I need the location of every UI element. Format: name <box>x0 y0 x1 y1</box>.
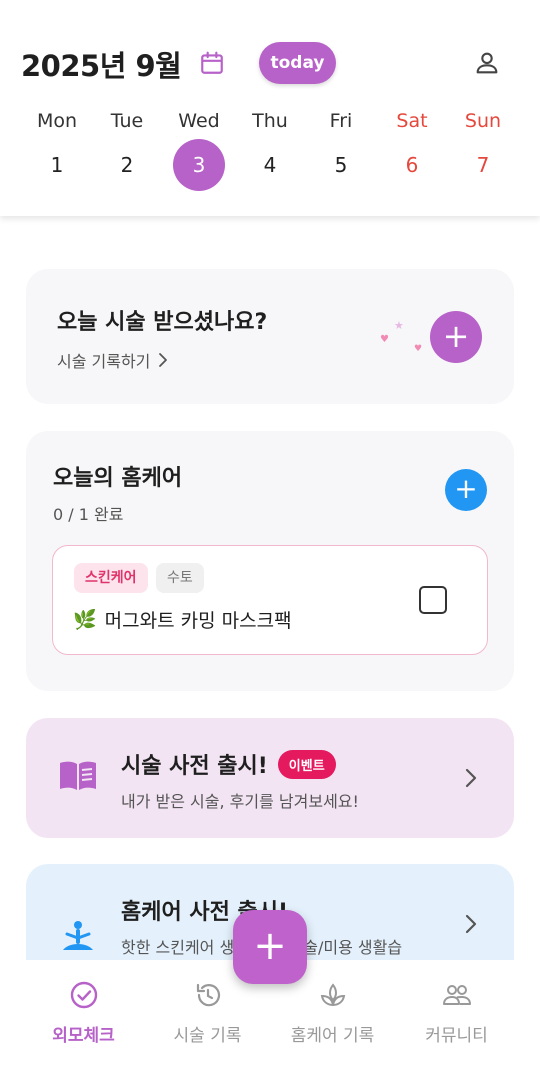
chevron-right-icon <box>159 353 168 367</box>
day-tue[interactable]: Tue 2 <box>97 105 157 191</box>
category-tag: 스킨케어 <box>74 563 148 593</box>
day-name: Fri <box>329 110 353 132</box>
nav-homecare-record[interactable]: 홈케어 기록 <box>270 980 395 1046</box>
add-record-button[interactable]: + <box>430 311 482 363</box>
day-number: 2 <box>120 153 134 177</box>
homecare-title: 오늘의 홈케어 <box>53 466 183 491</box>
calendar-header: 2025년 9월 today Mon 1 Tue 2 Wed 3 Thu 4 F… <box>0 0 540 216</box>
month-title[interactable]: 2025년 9월 <box>21 43 182 85</box>
day-tag: 수토 <box>156 563 204 593</box>
event-badge: 이벤트 <box>277 749 336 779</box>
today-button[interactable]: today <box>259 42 336 84</box>
day-number: 1 <box>50 153 64 177</box>
day-mon[interactable]: Mon 1 <box>27 105 87 191</box>
herb-icon: 🌿 <box>73 609 97 631</box>
task-name: 🌿 머그와트 카밍 마스크팩 <box>73 606 292 633</box>
heart-sparkle-icon: ♥ <box>414 344 423 354</box>
record-card-title: 오늘 시술 받으셨나요? <box>57 310 268 335</box>
star-sparkle-icon: ★ <box>394 319 404 332</box>
banner-title: 시술 사전 출시! 이벤트 <box>121 748 336 780</box>
day-name: Sun <box>464 110 502 132</box>
nav-label: 커뮤니티 <box>425 1026 488 1046</box>
day-wed-selected[interactable]: Wed 3 <box>169 105 229 191</box>
day-number: 4 <box>263 153 277 177</box>
history-icon <box>196 983 220 1007</box>
nav-label: 외모체크 <box>52 1026 115 1046</box>
book-icon <box>60 761 96 790</box>
week-strip: Mon 1 Tue 2 Wed 3 Thu 4 Fri 5 Sat 6 Sun … <box>0 105 540 205</box>
meditation-icon <box>63 921 93 950</box>
check-circle-icon <box>70 981 97 1009</box>
scroll-content[interactable]: 오늘 시술 받으셨나요? 시술 기록하기 ♥ ★ ♥ + 오늘의 홈케어 0 /… <box>0 216 540 960</box>
day-name: Mon <box>36 110 78 132</box>
procedure-record-card[interactable]: 오늘 시술 받으셨나요? 시술 기록하기 ♥ ★ ♥ + <box>26 269 514 404</box>
nav-label: 홈케어 기록 <box>290 1026 375 1046</box>
chevron-right-icon <box>465 768 477 788</box>
heart-sparkle-icon: ♥ <box>380 334 389 345</box>
nav-community[interactable]: 커뮤니티 <box>394 980 519 1046</box>
task-name-label: 머그와트 카밍 마스크팩 <box>104 610 292 632</box>
floating-add-button[interactable]: + <box>233 910 307 984</box>
nav-procedure-record[interactable]: 시술 기록 <box>145 980 270 1046</box>
day-thu[interactable]: Thu 4 <box>240 105 300 191</box>
banner-title-label: 시술 사전 출시! <box>121 754 268 779</box>
homecare-task-item[interactable]: 스킨케어 수토 🌿 머그와트 카밍 마스크팩 <box>52 545 488 655</box>
day-name: Sat <box>396 110 428 132</box>
calendar-icon[interactable] <box>199 50 225 76</box>
nav-appearance-check[interactable]: 외모체크 <box>21 980 146 1046</box>
day-name: Wed <box>178 110 220 132</box>
day-sat[interactable]: Sat 6 <box>382 105 442 191</box>
day-number: 6 <box>405 153 419 177</box>
day-sun[interactable]: Sun 7 <box>453 105 513 191</box>
record-link[interactable]: 시술 기록하기 <box>57 348 168 372</box>
day-name: Tue <box>110 110 144 132</box>
day-number: 3 <box>173 139 225 191</box>
homecare-progress: 0 / 1 완료 <box>53 505 124 524</box>
day-number: 5 <box>334 153 348 177</box>
people-icon <box>442 985 471 1005</box>
task-checkbox[interactable] <box>419 586 447 614</box>
day-fri[interactable]: Fri 5 <box>311 105 371 191</box>
procedure-dictionary-banner[interactable]: 시술 사전 출시! 이벤트 내가 받은 시술, 후기를 남겨보세요! <box>26 718 514 838</box>
plant-icon <box>320 983 345 1007</box>
banner-subtitle: 내가 받은 시술, 후기를 남겨보세요! <box>121 792 359 811</box>
person-icon[interactable] <box>473 49 501 77</box>
add-homecare-button[interactable]: + <box>445 469 487 511</box>
nav-label: 시술 기록 <box>173 1026 242 1046</box>
homecare-card: 오늘의 홈케어 0 / 1 완료 + 스킨케어 수토 🌿 머그와트 카밍 마스크… <box>26 431 514 691</box>
day-name: Thu <box>252 110 288 132</box>
chevron-right-icon <box>465 914 477 934</box>
record-link-label: 시술 기록하기 <box>57 352 151 371</box>
day-number: 7 <box>476 153 490 177</box>
